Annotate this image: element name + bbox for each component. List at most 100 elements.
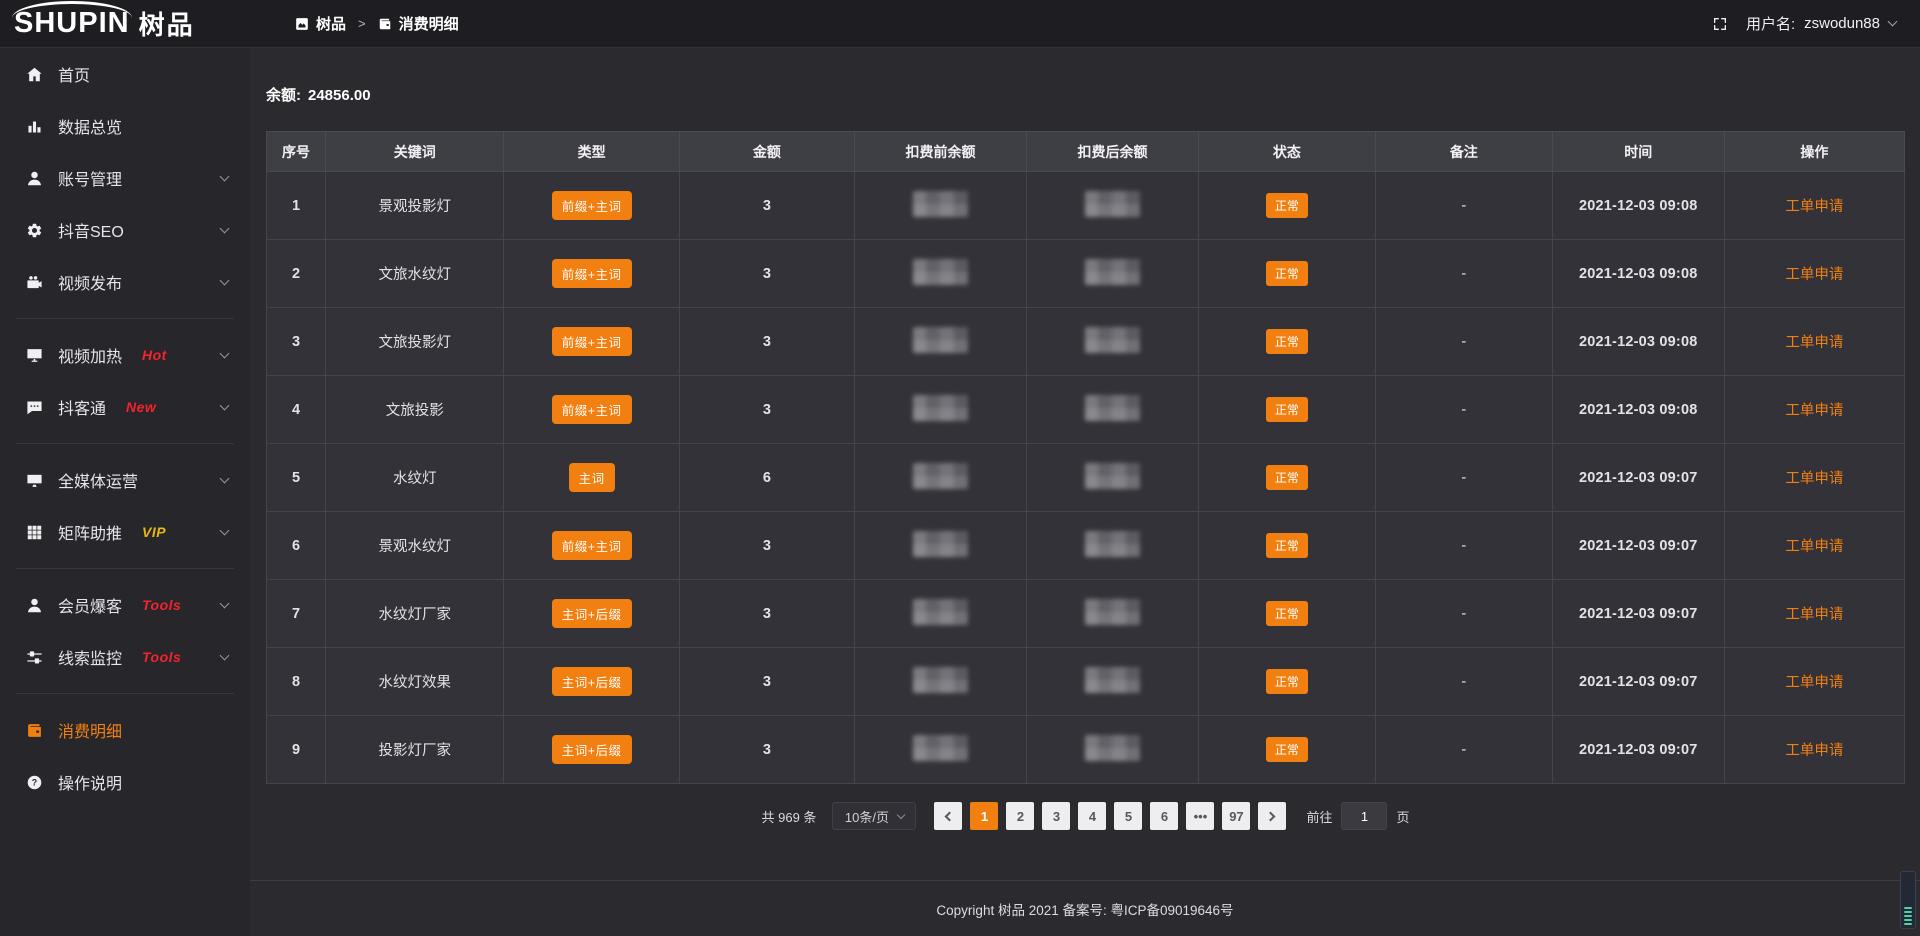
goto-page-input[interactable] [1341,802,1387,830]
panel-icon [295,17,309,31]
sidebar-item-data-overview[interactable]: 数据总览 [0,100,250,152]
cell-index: 4 [267,376,326,444]
cell-remark: - [1375,376,1552,444]
cell-index: 7 [267,580,326,648]
chevron-down-icon [220,401,230,411]
grid-icon [26,524,43,541]
page-button-1[interactable]: 1 [970,802,998,830]
sidebar-item-label: 视频发布 [58,270,122,294]
cell-index: 1 [267,172,326,240]
breadcrumb-root[interactable]: 树品 [316,13,346,34]
ticket-request-link[interactable]: 工单申请 [1785,335,1843,351]
status-badge: 正常 [1266,261,1308,286]
cell-balance-before [855,308,1027,376]
sidebar-item-consumption-detail[interactable]: 消费明细 [0,704,250,756]
ticket-request-link[interactable]: 工单申请 [1785,539,1843,555]
ticket-request-link[interactable]: 工单申请 [1785,267,1843,283]
cell-keyword: 投影灯厂家 [325,716,504,784]
sidebar-item-lead-monitor[interactable]: 线索监控 Tools [0,631,250,683]
sidebar-menu: 首页数据总览账号管理抖音SEO 视频发布视频加热Hot抖客通New 全媒体运营矩阵助… [0,48,250,808]
censored-balance-after [1085,463,1140,489]
cell-amount: 3 [679,580,854,648]
sidebar-item-label: 账号管理 [58,166,122,190]
page-button-6[interactable]: 6 [1150,802,1178,830]
ticket-request-link[interactable]: 工单申请 [1785,403,1843,419]
sidebar-item-label: 矩阵助推 [58,520,122,544]
ticket-request-link[interactable]: 工单申请 [1785,675,1843,691]
cell-balance-before [855,444,1027,512]
page-button-2[interactable]: 2 [1006,802,1034,830]
user-icon [26,170,43,187]
column-header: 状态 [1198,132,1375,172]
username-label: 用户名: [1746,13,1795,34]
cell-status: 正常 [1198,580,1375,648]
sidebar-divider [16,568,234,569]
type-badge: 前缀+主词 [552,531,632,560]
cell-keyword: 文旅投影灯 [325,308,504,376]
cell-keyword: 文旅投影 [325,376,504,444]
screen-icon [26,347,43,364]
page-button-3[interactable]: 3 [1042,802,1070,830]
chevron-down-icon [1888,17,1898,27]
sidebar-item-label: 全媒体运营 [58,468,138,492]
cell-status: 正常 [1198,308,1375,376]
ticket-request-link[interactable]: 工单申请 [1785,199,1843,215]
censored-balance-after [1085,191,1140,217]
page-button-5[interactable]: 5 [1114,802,1142,830]
prev-page-button[interactable] [934,802,962,830]
page-ellipsis-button[interactable]: ••• [1186,802,1214,830]
page-button-4[interactable]: 4 [1078,802,1106,830]
top-header: SHUPIN 树品 树品 > 消费明细 用户名: zswodun88 [0,0,1920,48]
sidebar-item-douyin-seo[interactable]: 抖音SEO [0,204,250,256]
sidebar-item-member-burst[interactable]: 会员爆客Tools [0,579,250,631]
cell-index: 5 [267,444,326,512]
sidebar-item-label: 操作说明 [58,770,122,794]
main-content: 余额:24856.00 序号关键词类型金额扣费前余额扣费后余额状态备注时间操作 … [250,48,1920,936]
ticket-request-link[interactable]: 工单申请 [1785,607,1843,623]
fullscreen-icon[interactable] [1712,16,1728,32]
cell-time: 2021-12-03 09:08 [1552,308,1724,376]
sidebar-item-all-media-operation[interactable]: 全媒体运营 [0,454,250,506]
sidebar-item-home[interactable]: 首页 [0,48,250,100]
cell-time: 2021-12-03 09:07 [1552,444,1724,512]
ticket-request-link[interactable]: 工单申请 [1785,743,1843,759]
corner-scrollbar[interactable] [1900,871,1916,929]
cell-balance-after [1027,716,1199,784]
cell-balance-before [855,172,1027,240]
cell-index: 2 [267,240,326,308]
ticket-request-link[interactable]: 工单申请 [1785,471,1843,487]
page-size-select[interactable]: 10条/页 [832,802,916,830]
page-button-97[interactable]: 97 [1222,802,1250,830]
cell-status: 正常 [1198,376,1375,444]
cell-remark: - [1375,172,1552,240]
sidebar-item-video-publish[interactable]: 视频发布 [0,256,250,308]
sidebar-item-account-management[interactable]: 账号管理 [0,152,250,204]
cell-amount: 3 [679,716,854,784]
cell-amount: 3 [679,512,854,580]
cell-time: 2021-12-03 09:07 [1552,716,1724,784]
user-dropdown[interactable]: 用户名: zswodun88 [1746,13,1896,34]
next-page-button[interactable] [1258,802,1286,830]
cell-time: 2021-12-03 09:07 [1552,648,1724,716]
type-badge: 主词+后缀 [552,599,632,628]
chevron-down-icon [220,349,230,359]
type-badge: 前缀+主词 [552,395,632,424]
sidebar-item-matrix-boost[interactable]: 矩阵助推VIP [0,506,250,558]
sidebar-item-douketong[interactable]: 抖客通New [0,381,250,433]
cell-action: 工单申请 [1724,172,1904,240]
sidebar-item-instructions[interactable]: ?操作说明 [0,756,250,808]
cell-action: 工单申请 [1724,580,1904,648]
cell-type: 前缀+主词 [504,376,679,444]
sidebar-item-badge: Tools [142,649,181,665]
cell-index: 6 [267,512,326,580]
chevron-down-icon [220,599,230,609]
censored-balance-before [913,531,968,557]
chat-icon [26,399,43,416]
type-badge: 前缀+主词 [552,259,632,288]
cell-balance-before [855,512,1027,580]
sidebar-item-label: 线索监控 [58,645,122,669]
column-header: 操作 [1724,132,1904,172]
sidebar-item-video-heating[interactable]: 视频加热Hot [0,329,250,381]
sidebar-item-badge: Tools [142,597,181,613]
breadcrumb-current: 消费明细 [399,13,459,34]
